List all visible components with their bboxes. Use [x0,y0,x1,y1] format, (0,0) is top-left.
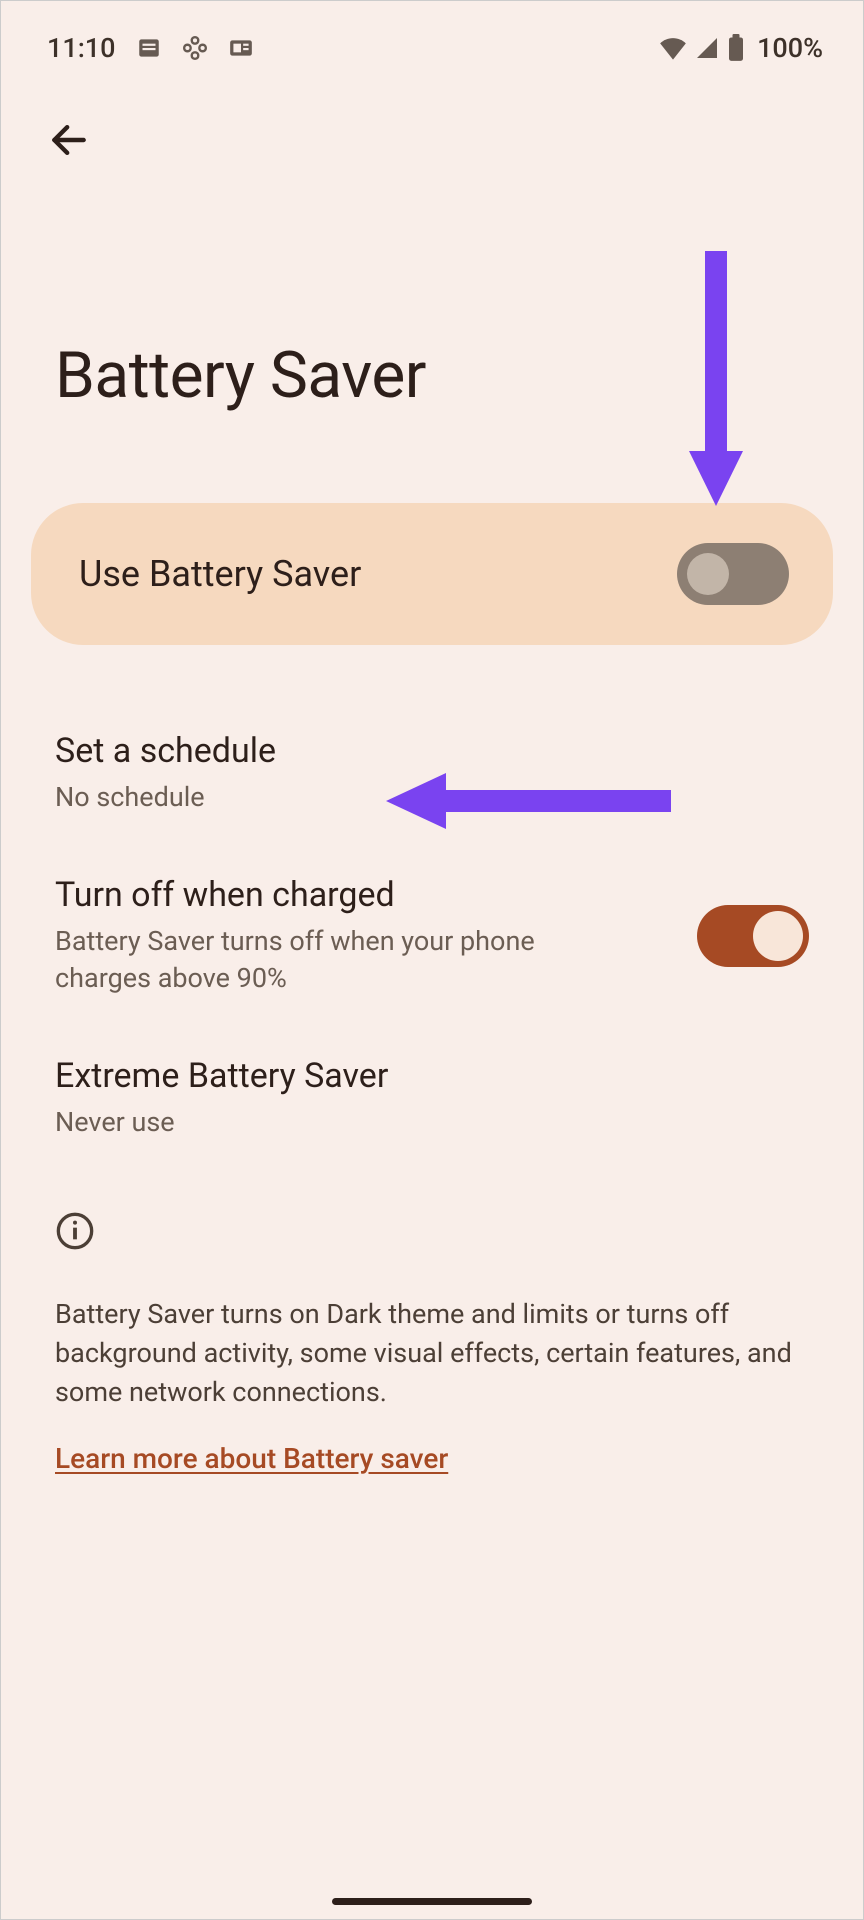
use-battery-saver-label: Use Battery Saver [79,553,361,595]
status-bar: 11:10 100% [1,1,863,76]
set-schedule-text: Set a schedule No schedule [55,731,809,815]
turn-off-charged-sub: Battery Saver turns off when your phone … [55,923,575,996]
signal-icon [695,36,719,60]
extreme-battery-sub: Never use [55,1104,809,1140]
info-icon [55,1236,95,1255]
info-section: Battery Saver turns on Dark theme and li… [1,1171,863,1475]
navigation-handle[interactable] [332,1898,532,1905]
learn-more-link[interactable]: Learn more about Battery saver [55,1442,448,1475]
status-time: 11:10 [47,32,116,64]
pinwheel-icon [182,35,208,61]
set-schedule-item[interactable]: Set a schedule No schedule [55,701,809,845]
toggle-thumb [687,553,729,595]
message-icon [136,35,162,61]
extreme-battery-item[interactable]: Extreme Battery Saver Never use [55,1026,809,1170]
wifi-icon [659,36,687,60]
status-right: 100% [659,32,823,64]
turn-off-charged-toggle[interactable] [697,905,809,967]
status-battery-text: 100% [757,32,823,64]
info-icon-row [55,1211,809,1255]
extreme-battery-title: Extreme Battery Saver [55,1056,809,1096]
settings-list: Set a schedule No schedule Turn off when… [1,645,863,1171]
set-schedule-title: Set a schedule [55,731,809,771]
arrow-left-icon [47,118,91,162]
turn-off-charged-item[interactable]: Turn off when charged Battery Saver turn… [55,845,809,1026]
app-bar [1,76,863,168]
back-button[interactable] [41,112,97,168]
battery-icon [727,34,745,62]
use-battery-saver-toggle[interactable] [677,543,789,605]
status-left: 11:10 [47,32,254,64]
page-title: Battery Saver [1,168,863,503]
use-battery-saver-card[interactable]: Use Battery Saver [31,503,833,645]
set-schedule-sub: No schedule [55,779,809,815]
toggle-thumb [753,911,803,961]
extreme-battery-text: Extreme Battery Saver Never use [55,1056,809,1140]
info-text: Battery Saver turns on Dark theme and li… [55,1295,809,1412]
turn-off-charged-text: Turn off when charged Battery Saver turn… [55,875,667,996]
turn-off-charged-title: Turn off when charged [55,875,667,915]
news-icon [228,35,254,61]
